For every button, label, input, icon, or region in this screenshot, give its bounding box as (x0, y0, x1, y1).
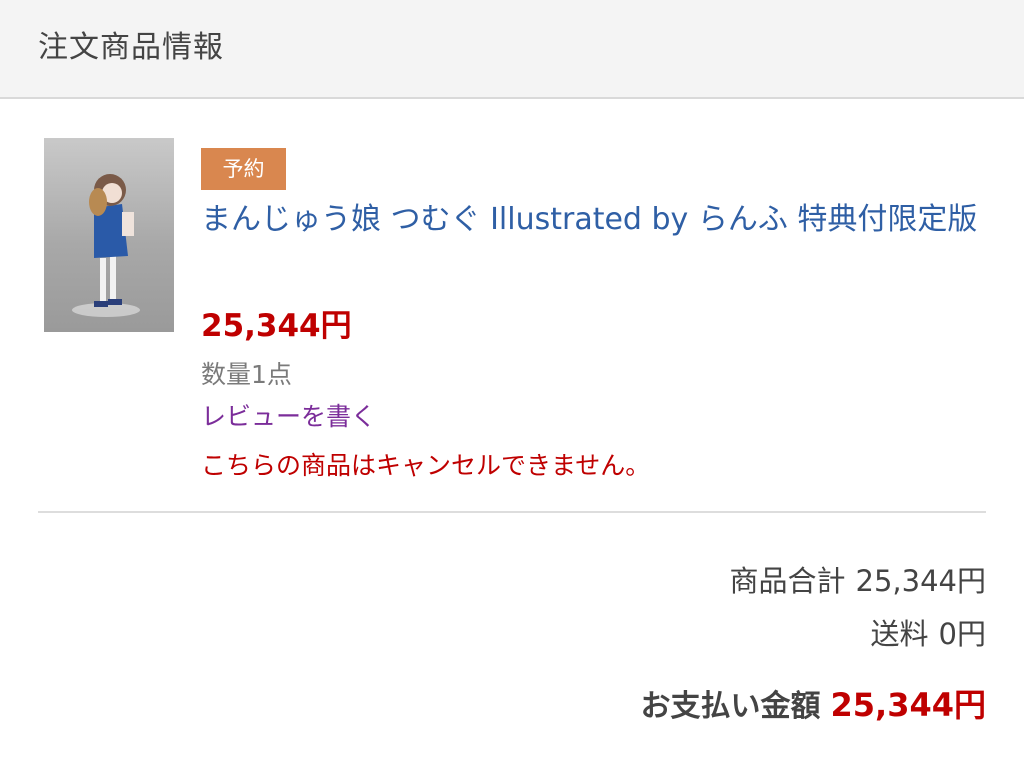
section-header: 注文商品情報 (0, 0, 1024, 99)
figure-thumbnail-icon (72, 174, 140, 317)
write-review-link[interactable]: レビューを書く (201, 397, 376, 433)
subtotal-value: 25,344円 (855, 564, 986, 598)
cancel-notice: こちらの商品はキャンセルできません。 (201, 451, 651, 480)
shipping-label: 送料 (870, 617, 929, 651)
total-label: お支払い金額 (640, 689, 821, 724)
preorder-badge: 予約 (201, 148, 286, 190)
product-price: 25,344円 (201, 308, 352, 344)
shipping-value: 0円 (938, 617, 986, 651)
subtotal-row: 商品合計 25,344円 (730, 558, 987, 600)
divider (38, 511, 986, 513)
total-row: お支払い金額 25,344円 (641, 680, 987, 726)
product-quantity: 数量1点 (201, 360, 292, 389)
subtotal-label: 商品合計 (729, 564, 846, 598)
section-title: 注文商品情報 (38, 30, 224, 65)
shipping-row: 送料 0円 (871, 611, 986, 653)
product-image[interactable] (44, 138, 174, 332)
product-name-link[interactable]: まんじゅう娘 つむぐ Illustrated by らんふ 特典付限定版 (201, 194, 991, 246)
total-value: 25,344円 (830, 686, 987, 724)
